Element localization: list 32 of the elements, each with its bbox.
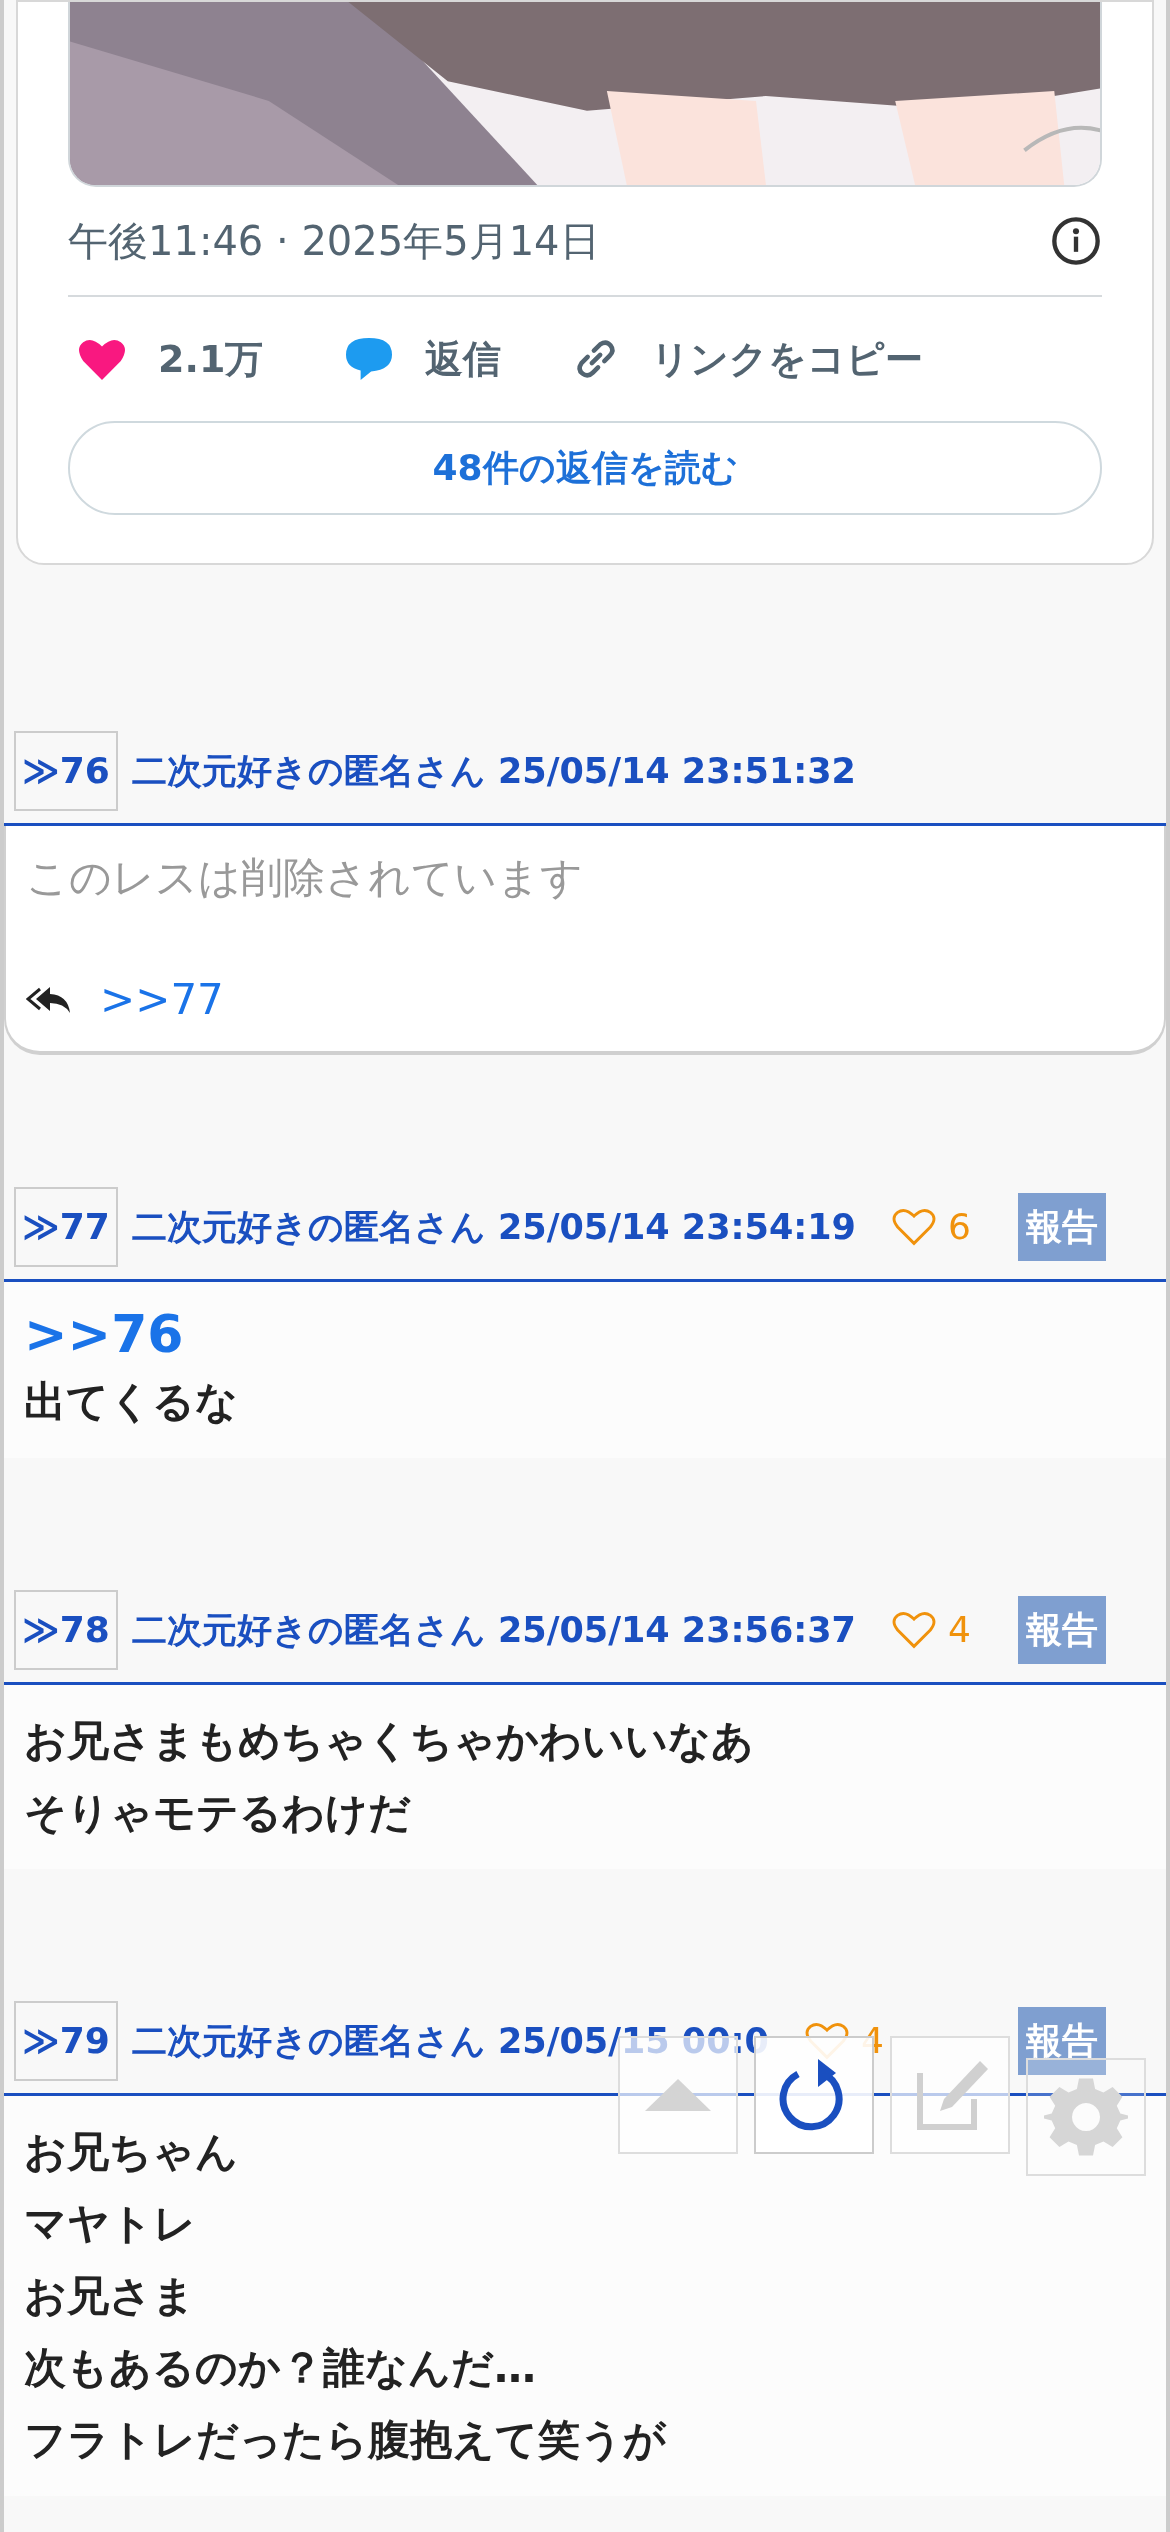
copy-link-label[interactable]: リンクをコピー [651,330,924,388]
post-text: お兄ちゃん [24,2126,238,2178]
like-count: 4 [947,1608,971,1652]
heart-icon[interactable] [891,1610,936,1650]
post-author-date: 二次元好きの匿名さん 25/05/14 23:54:19 [131,1205,856,1249]
reply-label[interactable]: 返信 [425,330,502,388]
post-text: 次もあるのか？誰なんだ… [24,2342,536,2394]
post-timestamp: 午後11:46 · 2025年5月14日 [68,217,600,266]
post-number-link[interactable]: ≫79 [14,2001,118,2081]
settings-button[interactable] [1026,2058,1146,2176]
post-text: お兄さま [24,2270,195,2322]
read-replies-button[interactable]: 48件の返信を読む [68,421,1102,515]
anchor-link[interactable]: >>76 [24,1302,1146,1366]
like-count: 2.1万 [158,335,264,383]
post-number-link[interactable]: ≫77 [14,1187,118,1267]
post-text: フラトレだったら腹抱えて笑うが [24,2414,666,2466]
post-number-link[interactable]: ≫76 [14,731,118,811]
info-icon[interactable] [1050,215,1102,267]
like-count: 6 [947,1205,971,1249]
post-author-date: 二次元好きの匿名さん 25/05/14 23:51:32 [131,749,856,793]
triangle-up-icon [643,2077,713,2113]
post-author-date: 二次元好きの匿名さん 25/05/14 23:56:37 [131,1608,856,1652]
deleted-notice: このレスは削除されています [26,852,583,904]
post-text: マヤトレ [24,2198,196,2250]
post-text: そりゃモテるわけだ [24,1787,411,1839]
post-number-link[interactable]: ≫78 [14,1590,118,1670]
heart-icon[interactable] [891,1207,936,1247]
edit-button[interactable] [890,2036,1010,2154]
reply-all-icon [26,984,72,1015]
post-text: 出てくるな [24,1376,238,1428]
reply-link[interactable]: >>77 [100,968,224,1031]
post-text: お兄さまもめちゃくちゃかわいいなあ [24,1715,754,1767]
